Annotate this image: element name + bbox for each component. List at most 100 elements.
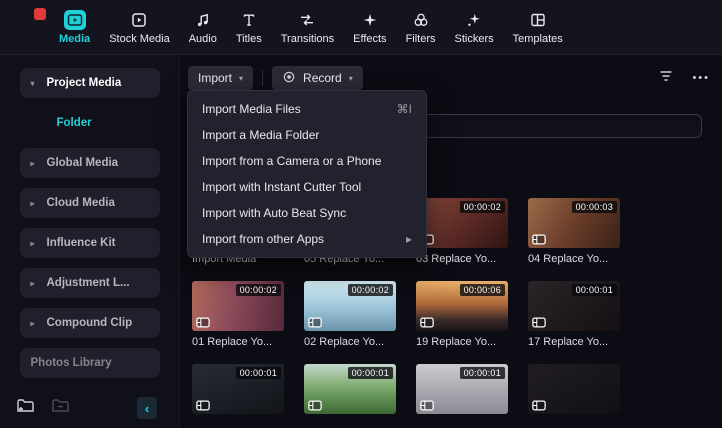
record-icon <box>282 70 296 87</box>
media-title: 17 Replace Yo... <box>528 336 609 348</box>
sidebar-item-label: Global Media <box>46 157 119 169</box>
sidebar-item-compound-clip[interactable]: ▸ Compound Clip <box>19 308 160 338</box>
media-title: 01 Replace Yo... <box>192 336 273 348</box>
submenu-arrow-icon: ▸ <box>405 232 412 246</box>
video-thumbnail[interactable]: 00:00:03 <box>528 198 620 248</box>
stock-media-icon <box>128 10 150 30</box>
media-tile[interactable]: 00:00:01 <box>304 364 396 419</box>
video-thumbnail[interactable]: 00:00:01 <box>192 364 284 414</box>
tab-label: Stickers <box>454 32 494 45</box>
tab-media[interactable]: Media <box>50 9 99 45</box>
clip-icon <box>532 317 546 328</box>
menu-item-import-auto-beat-sync[interactable]: Import with Auto Beat Sync <box>188 200 426 226</box>
sidebar-item-global-media[interactable]: ▸ Global Media <box>19 148 160 178</box>
chevron-right-icon: ▸ <box>30 278 35 288</box>
media-tile[interactable]: 00:00:02 01 Replace Yo... <box>192 281 284 348</box>
titles-icon <box>238 10 260 30</box>
media-title: 02 Replace Yo... <box>304 336 385 348</box>
chevron-down-icon: ▾ <box>30 78 35 88</box>
media-title: 03 Replace Yo... <box>416 253 497 265</box>
menu-item-shortcut: ⌘I <box>396 102 412 116</box>
media-tile[interactable]: 00:00:01 <box>416 364 508 419</box>
caret-down-icon: ▾ <box>239 73 244 83</box>
delete-folder-button[interactable] <box>51 397 70 419</box>
audio-icon <box>192 10 214 30</box>
tab-stickers[interactable]: Stickers <box>446 10 503 45</box>
menu-item-import-camera-phone[interactable]: Import from a Camera or a Phone <box>188 148 426 174</box>
video-thumbnail[interactable]: 00:00:01 <box>304 364 396 414</box>
record-button[interactable]: Record ▾ <box>272 66 363 90</box>
menu-item-label: Import from a Camera or a Phone <box>202 154 382 168</box>
tab-label: Templates <box>512 32 563 45</box>
menu-item-label: Import with Instant Cutter Tool <box>202 180 362 194</box>
record-button-label: Record <box>303 71 342 85</box>
window-close-button[interactable] <box>34 8 46 20</box>
tab-audio[interactable]: Audio <box>180 10 226 45</box>
menu-item-import-other-apps[interactable]: Import from other Apps ▸ <box>188 226 426 252</box>
video-thumbnail[interactable]: 00:00:01 <box>416 364 508 414</box>
sidebar-item-folder[interactable]: Folder <box>20 108 160 138</box>
tab-transitions[interactable]: Transitions <box>272 10 343 45</box>
menu-item-import-media-files[interactable]: Import Media Files ⌘I <box>188 96 426 122</box>
tab-label: Filters <box>405 32 436 45</box>
media-tile[interactable]: 00:00:03 04 Replace Yo... <box>528 198 620 265</box>
media-tile[interactable]: 00:00:01 <box>192 364 284 419</box>
duration-badge: 00:00:06 <box>459 284 505 296</box>
more-options-icon[interactable]: ••• <box>692 72 710 84</box>
sidebar-item-label: Compound Clip <box>46 317 133 329</box>
video-thumbnail[interactable]: 00:00:06 <box>416 281 508 331</box>
sidebar-item-cloud-media[interactable]: ▸ Cloud Media <box>19 188 160 218</box>
media-tile[interactable]: 00:00:02 03 Replace Yo... <box>416 198 508 265</box>
media-tile[interactable]: 00:00:02 02 Replace Yo... <box>304 281 396 348</box>
import-button[interactable]: Import ▾ <box>188 66 254 90</box>
collapse-sidebar-button[interactable]: ‹ <box>137 397 157 419</box>
tab-filters[interactable]: Filters <box>397 10 445 45</box>
media-tile[interactable]: 00:00:06 19 Replace Yo... <box>416 281 508 348</box>
media-icon <box>63 9 86 30</box>
video-thumbnail[interactable] <box>528 364 620 414</box>
sidebar-item-project-media[interactable]: ▾ Project Media <box>19 68 160 98</box>
video-thumbnail[interactable]: 00:00:01 <box>528 281 620 331</box>
top-tab-bar: Media Stock Media Audio Titles Transitio… <box>0 0 722 55</box>
sidebar-item-label: Project Media <box>46 77 122 89</box>
sidebar: ▾ Project Media Folder ▸ Global Media ▸ … <box>0 55 180 428</box>
clip-icon <box>420 400 434 411</box>
tab-label: Titles <box>235 32 262 45</box>
tab-label: Transitions <box>280 32 335 45</box>
media-tile[interactable] <box>528 364 620 419</box>
duration-badge: 00:00:02 <box>235 284 281 296</box>
media-tile[interactable]: 00:00:01 17 Replace Yo... <box>528 281 620 348</box>
menu-item-import-media-folder[interactable]: Import a Media Folder <box>188 122 426 148</box>
effects-icon <box>359 10 381 30</box>
tab-templates[interactable]: Templates <box>504 10 572 45</box>
menu-item-label: Import with Auto Beat Sync <box>202 206 347 220</box>
clip-icon <box>532 400 546 411</box>
transitions-icon <box>296 10 318 30</box>
chevron-right-icon: ▸ <box>30 318 35 328</box>
sidebar-item-label: Cloud Media <box>46 197 115 209</box>
tab-label: Effects <box>353 32 387 45</box>
menu-item-label: Import a Media Folder <box>202 128 320 142</box>
sidebar-item-label: Folder <box>56 117 92 129</box>
duration-badge: 00:00:01 <box>235 367 281 379</box>
sidebar-item-adjustment-layer[interactable]: ▸ Adjustment L... <box>19 268 160 298</box>
clip-icon <box>308 400 322 411</box>
video-thumbnail[interactable]: 00:00:02 <box>416 198 508 248</box>
import-button-label: Import <box>198 71 233 85</box>
video-thumbnail[interactable]: 00:00:02 <box>304 281 396 331</box>
tab-titles[interactable]: Titles <box>227 10 271 45</box>
tab-effects[interactable]: Effects <box>344 10 395 45</box>
tab-label: Media <box>59 32 91 45</box>
chevron-right-icon: ▸ <box>30 158 35 168</box>
filter-icon[interactable] <box>658 68 674 89</box>
tab-label: Audio <box>188 32 217 45</box>
sidebar-item-photos-library[interactable]: Photos Library <box>19 348 160 378</box>
menu-item-import-instant-cutter[interactable]: Import with Instant Cutter Tool <box>188 174 426 200</box>
tab-stock-media[interactable]: Stock Media <box>100 10 179 45</box>
video-thumbnail[interactable]: 00:00:02 <box>192 281 284 331</box>
duration-badge: 00:00:02 <box>459 201 505 213</box>
sidebar-item-label: Adjustment L... <box>46 277 130 289</box>
sidebar-item-influence-kit[interactable]: ▸ Influence Kit <box>19 228 160 258</box>
menu-item-label: Import from other Apps <box>202 232 325 246</box>
new-folder-button[interactable] <box>16 397 35 419</box>
